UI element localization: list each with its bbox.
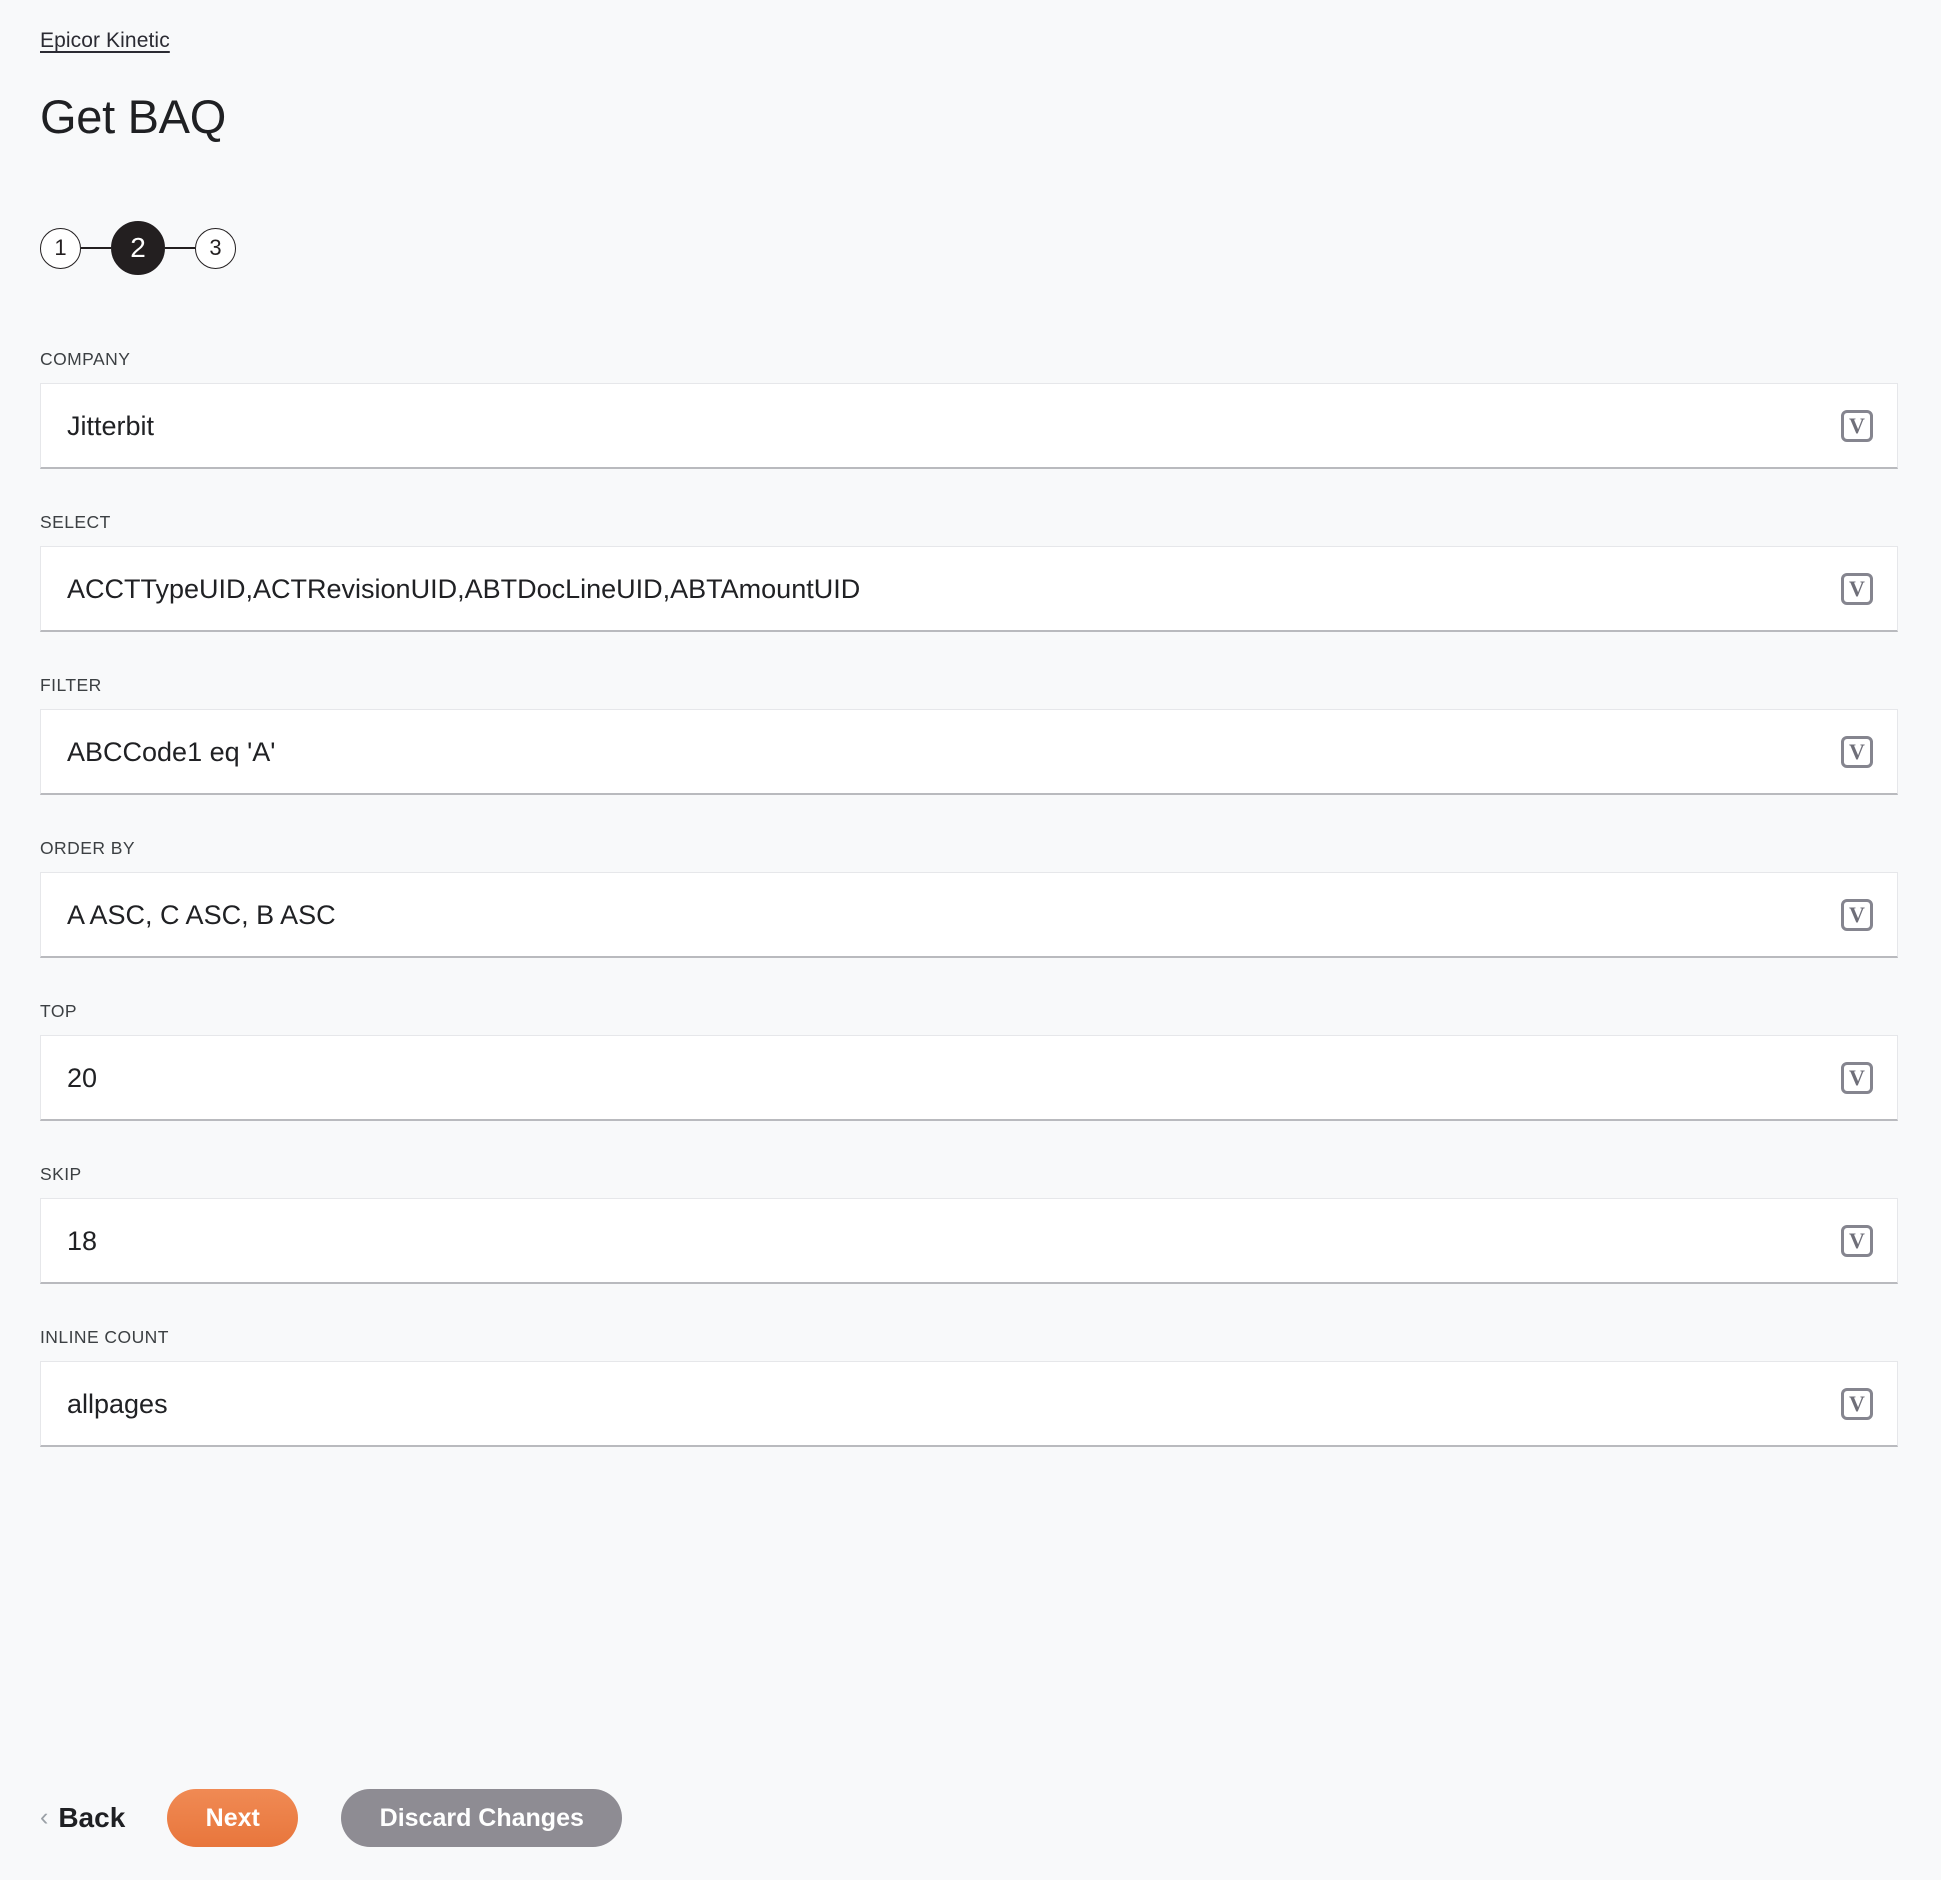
- input-select[interactable]: [41, 571, 1841, 606]
- label-select: SELECT: [40, 512, 111, 532]
- wizard-footer-actions: ‹ Back Next Discard Changes: [40, 1786, 623, 1850]
- variable-icon-filter[interactable]: V: [1841, 735, 1873, 768]
- baq-parameters-form: COMPANY V SELECT V FILTER V ORDER BY V TOP V SKIP V…: [0, 348, 1941, 1489]
- chevron-left-icon: ‹: [40, 1802, 49, 1831]
- get-baq-wizard-page: Epicor Kinetic Get BAQ 123 COMPANYVSELEC…: [0, 0, 1941, 1880]
- variable-icon-skip[interactable]: V: [1841, 1224, 1873, 1257]
- variable-icon-inline-count[interactable]: V: [1841, 1387, 1873, 1420]
- next-button[interactable]: Next: [167, 1789, 299, 1847]
- field-order-by: ORDER BY V: [0, 837, 1941, 958]
- input-order-by[interactable]: [41, 897, 1841, 932]
- back-button-label: Back: [58, 1802, 126, 1833]
- variable-icon-order-by[interactable]: V: [1841, 898, 1873, 931]
- back-button[interactable]: ‹ Back: [40, 1801, 125, 1835]
- input-inline-count[interactable]: [41, 1386, 1841, 1421]
- label-company: COMPANY: [40, 349, 131, 369]
- input-skip[interactable]: [41, 1223, 1841, 1258]
- field-top: TOP V: [0, 1000, 1941, 1121]
- label-top: TOP: [40, 1001, 78, 1021]
- field-company: COMPANY V: [0, 348, 1941, 469]
- input-wrapper-select[interactable]: V: [40, 546, 1898, 632]
- input-wrapper-filter[interactable]: V: [40, 709, 1898, 795]
- field-inline-count: INLINE COUNT V: [0, 1326, 1941, 1447]
- page-title: Get BAQ: [40, 90, 226, 143]
- input-company[interactable]: [41, 408, 1841, 443]
- input-top[interactable]: [41, 1060, 1841, 1095]
- breadcrumb-epicor-kinetic[interactable]: Epicor Kinetic: [40, 28, 170, 54]
- input-wrapper-skip[interactable]: V: [40, 1198, 1898, 1284]
- input-wrapper-inline-count[interactable]: V: [40, 1361, 1898, 1447]
- label-order-by: ORDER BY: [40, 838, 136, 858]
- input-filter[interactable]: [41, 734, 1841, 769]
- label-inline-count: INLINE COUNT: [40, 1327, 169, 1347]
- variable-icon-top[interactable]: V: [1841, 1061, 1873, 1094]
- label-skip: SKIP: [40, 1164, 82, 1184]
- stepper-step-3[interactable]: 3: [195, 227, 236, 269]
- field-select: SELECT V: [0, 511, 1941, 632]
- wizard-stepper: 123: [40, 218, 236, 278]
- stepper-connector: [81, 247, 111, 249]
- stepper-connector: [165, 247, 195, 249]
- stepper-step-2[interactable]: 2: [111, 221, 165, 275]
- input-wrapper-company[interactable]: V: [40, 383, 1898, 469]
- input-wrapper-order-by[interactable]: V: [40, 872, 1898, 958]
- label-filter: FILTER: [40, 675, 102, 695]
- variable-icon-company[interactable]: V: [1841, 409, 1873, 442]
- input-wrapper-top[interactable]: V: [40, 1035, 1898, 1121]
- field-filter: FILTER V: [0, 674, 1941, 795]
- stepper-step-1[interactable]: 1: [40, 227, 81, 269]
- variable-icon-select[interactable]: V: [1841, 572, 1873, 605]
- field-skip: SKIP V: [0, 1163, 1941, 1284]
- discard-changes-button[interactable]: Discard Changes: [341, 1789, 623, 1847]
